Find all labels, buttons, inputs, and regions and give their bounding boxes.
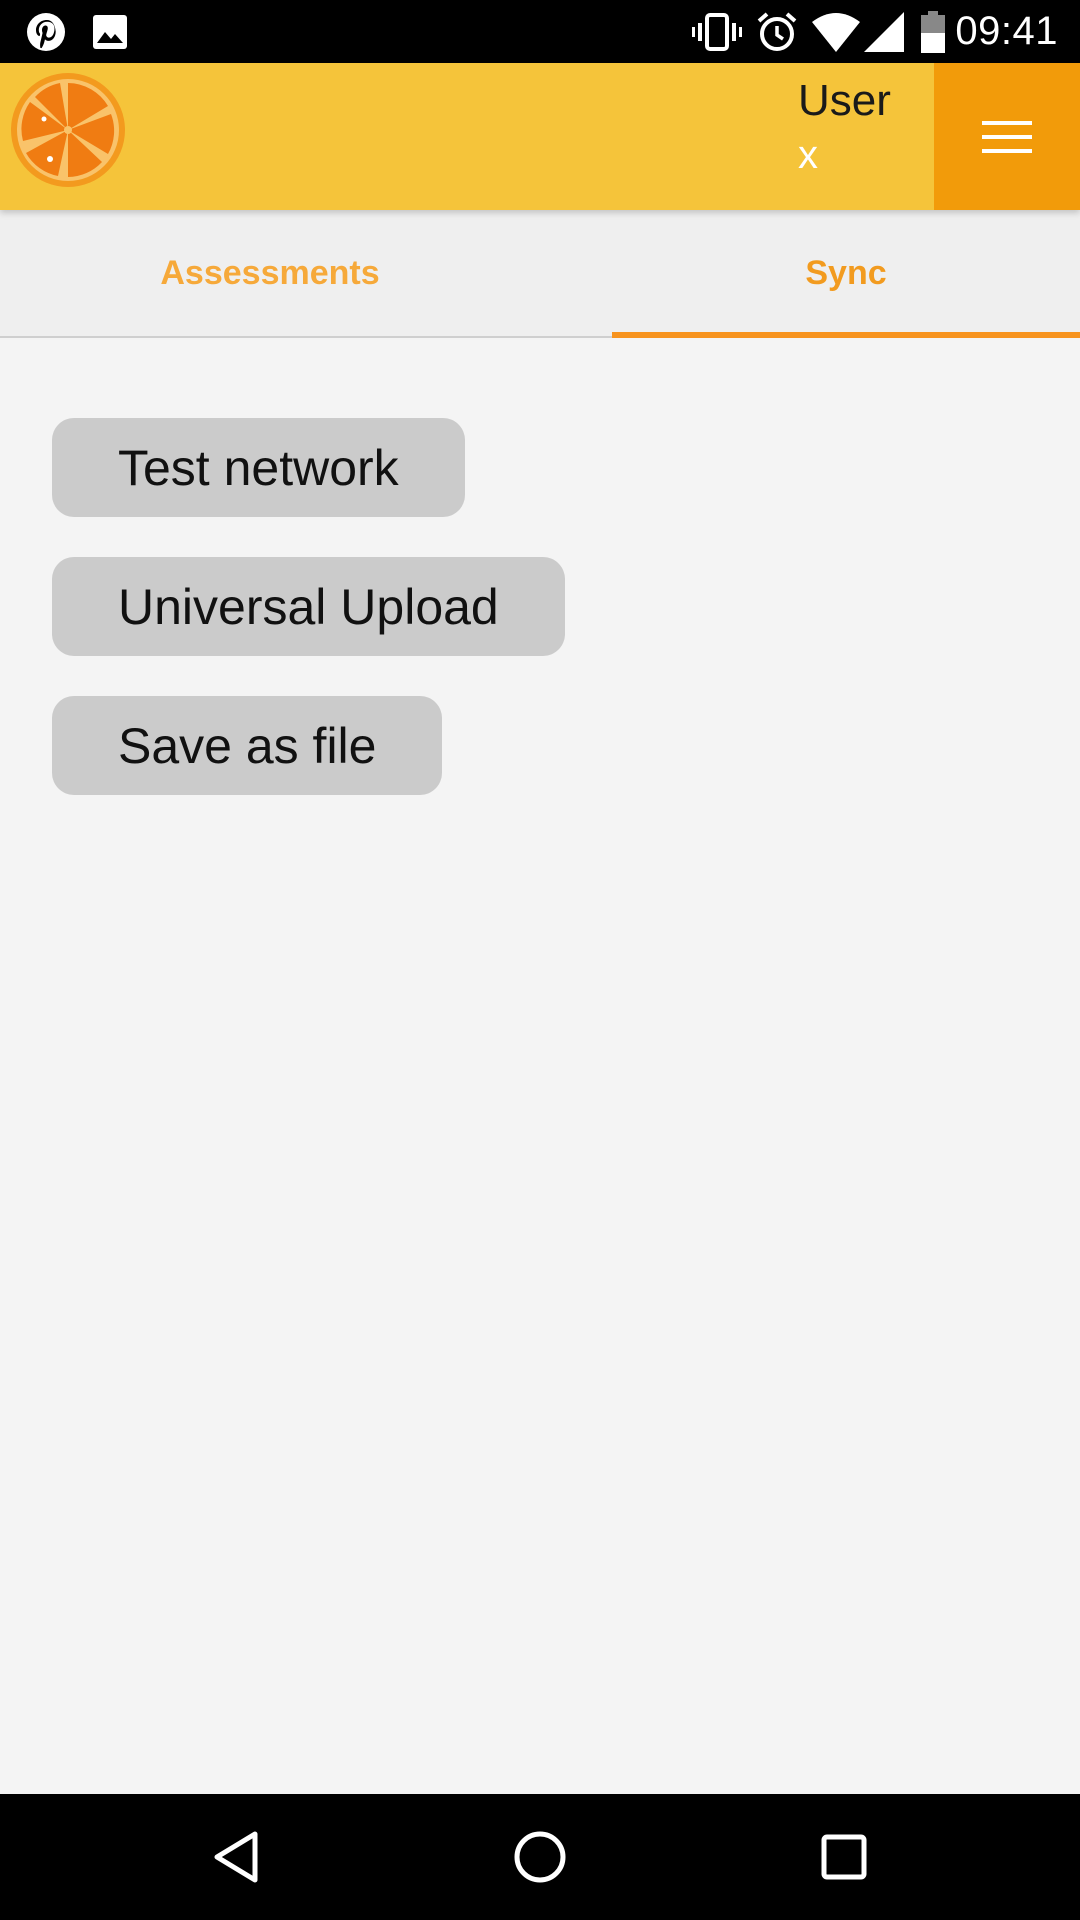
recents-icon[interactable] xyxy=(784,1794,904,1920)
vibrate-icon xyxy=(692,0,742,63)
save-as-file-button[interactable]: Save as file xyxy=(52,696,443,795)
home-icon[interactable] xyxy=(480,1794,600,1920)
tab-sync[interactable]: Sync xyxy=(612,210,1080,336)
signal-icon xyxy=(864,0,904,63)
wifi-icon xyxy=(812,0,860,63)
tab-assessments[interactable]: Assessments xyxy=(0,210,540,336)
battery-icon xyxy=(920,0,946,63)
user-label: User xyxy=(798,76,891,125)
status-bar: 09:41 xyxy=(0,0,1080,63)
menu-button[interactable] xyxy=(934,63,1080,210)
status-time: 09:41 xyxy=(955,9,1058,53)
system-nav-bar xyxy=(0,1794,1080,1920)
app-header: User x xyxy=(0,63,1080,210)
logout-x-button[interactable]: x xyxy=(798,135,928,175)
pinterest-icon xyxy=(26,0,66,63)
back-icon[interactable] xyxy=(176,1794,296,1920)
user-block: User x xyxy=(798,76,928,176)
alarm-icon xyxy=(756,0,798,63)
test-network-button[interactable]: Test network xyxy=(52,418,465,517)
active-tab-indicator xyxy=(612,332,1080,338)
image-icon xyxy=(92,0,128,63)
tab-bar: Assessments Sync xyxy=(0,210,1080,338)
universal-upload-button[interactable]: Universal Upload xyxy=(52,557,565,656)
orange-slice-logo xyxy=(8,69,128,191)
hamburger-menu-icon xyxy=(982,120,1032,153)
